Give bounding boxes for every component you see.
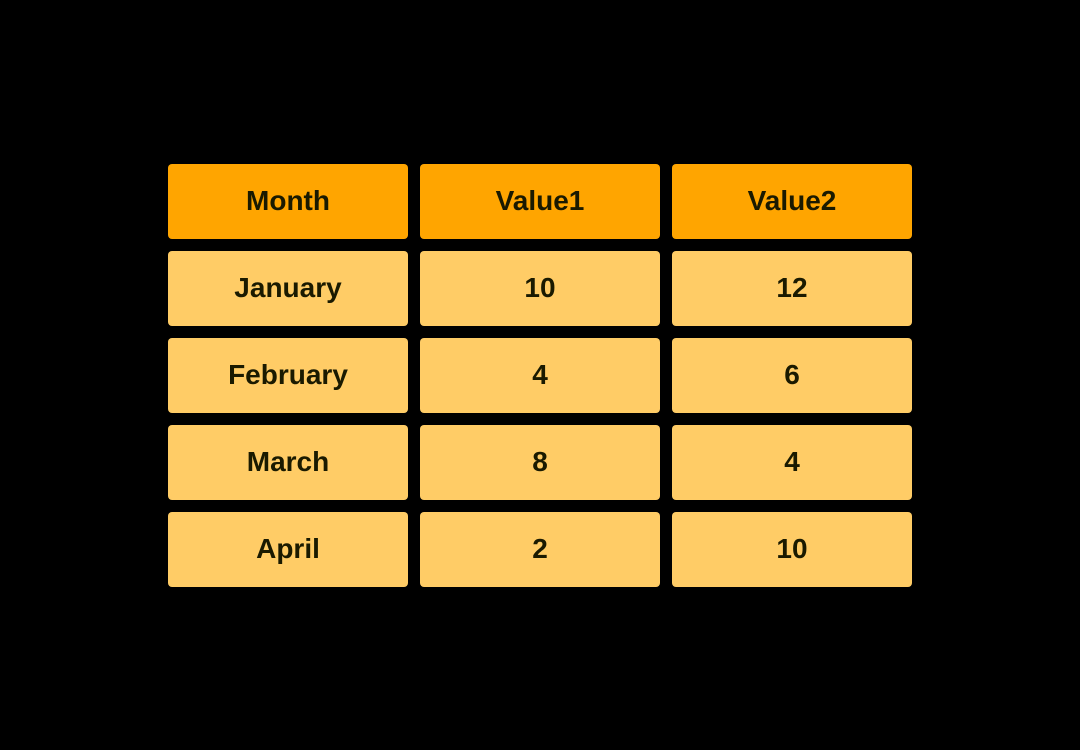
cell-value2-february: 6 [672, 338, 912, 413]
table-row: February 4 6 [168, 338, 912, 413]
cell-value2-march: 4 [672, 425, 912, 500]
table-row: January 10 12 [168, 251, 912, 326]
table-row: April 2 10 [168, 512, 912, 587]
header-month: Month [168, 164, 408, 239]
cell-month-february: February [168, 338, 408, 413]
cell-month-march: March [168, 425, 408, 500]
cell-value2-april: 10 [672, 512, 912, 587]
cell-value2-january: 12 [672, 251, 912, 326]
header-value2: Value2 [672, 164, 912, 239]
cell-value1-january: 10 [420, 251, 660, 326]
header-value1: Value1 [420, 164, 660, 239]
data-table: Month Value1 Value2 January 10 12 Februa… [168, 164, 912, 587]
cell-month-april: April [168, 512, 408, 587]
cell-value1-march: 8 [420, 425, 660, 500]
cell-value1-february: 4 [420, 338, 660, 413]
table-header-row: Month Value1 Value2 [168, 164, 912, 239]
table-row: March 8 4 [168, 425, 912, 500]
cell-value1-april: 2 [420, 512, 660, 587]
cell-month-january: January [168, 251, 408, 326]
